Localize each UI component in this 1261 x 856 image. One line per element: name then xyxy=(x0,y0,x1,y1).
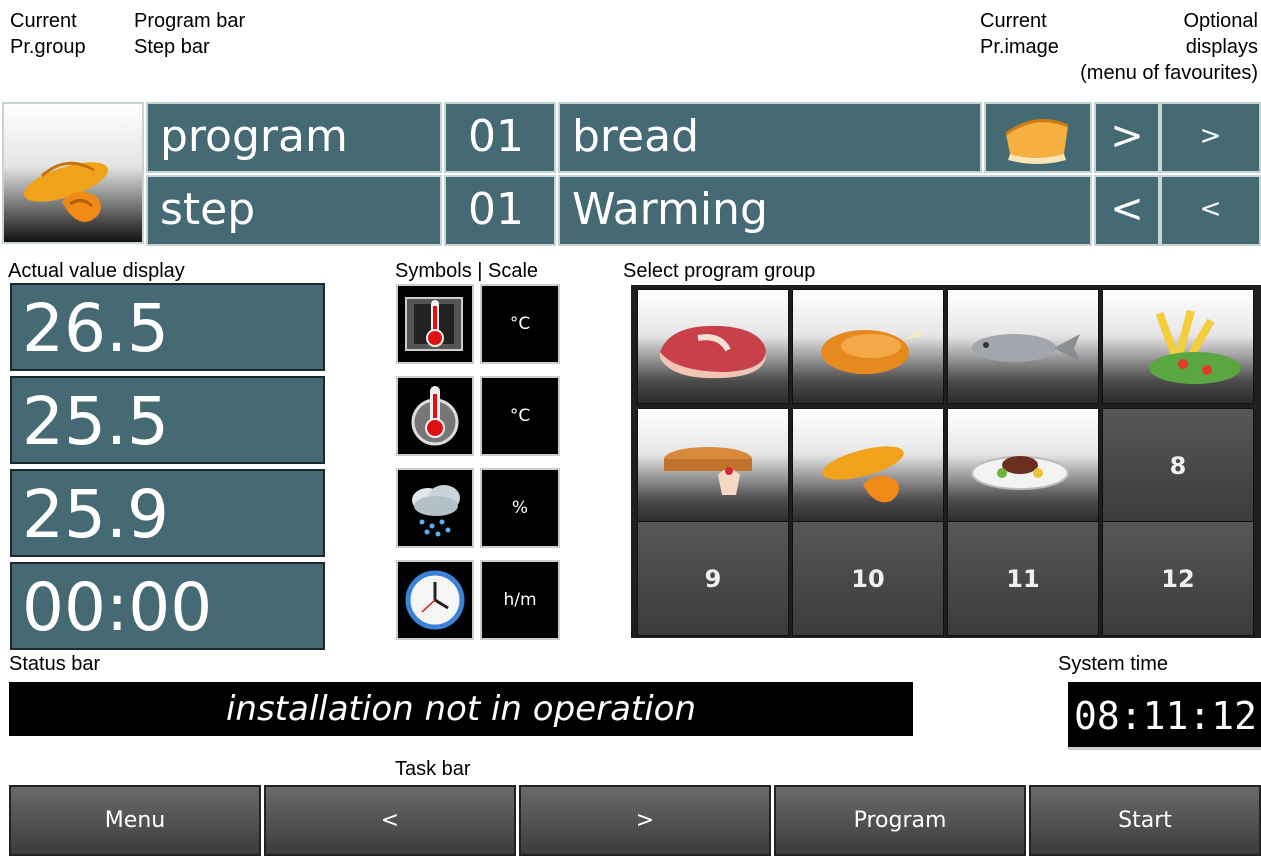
program-number[interactable]: 01 xyxy=(444,102,556,173)
step-name[interactable]: Warming xyxy=(558,175,1092,246)
group-tile-fish[interactable] xyxy=(947,289,1099,404)
pie-icon xyxy=(664,447,752,495)
plate-icon xyxy=(971,456,1069,490)
core-temperature-icon xyxy=(396,376,474,456)
oven-temperature-icon xyxy=(396,284,474,364)
group-tile-8[interactable]: 8 xyxy=(1102,408,1254,523)
group-tile-11[interactable]: 11 xyxy=(947,521,1099,636)
prev-small-button[interactable]: < xyxy=(1160,175,1261,246)
program-button[interactable]: Program xyxy=(774,785,1026,856)
menu-button[interactable]: Menu xyxy=(9,785,261,856)
steak-icon xyxy=(660,325,767,379)
group-tile-pie[interactable] xyxy=(637,408,789,523)
scale-core-temp: °C xyxy=(480,376,560,456)
actual-value-label: Actual value display xyxy=(8,260,185,282)
program-label: program xyxy=(146,102,442,173)
fries-icon xyxy=(1149,309,1241,384)
group-tile-12[interactable]: 12 xyxy=(1102,521,1254,636)
annotation-current-group: Current Pr.group xyxy=(10,10,86,58)
system-time-label: System time xyxy=(1058,653,1169,675)
bread-loaf-icon xyxy=(1005,119,1069,164)
group-tile-chicken[interactable] xyxy=(792,289,944,404)
prev-button[interactable]: < xyxy=(1094,175,1160,246)
fish-icon xyxy=(972,334,1080,362)
bread-icon xyxy=(23,161,109,222)
forward-button[interactable]: > xyxy=(519,785,771,856)
current-program-image xyxy=(984,102,1092,173)
annotation-program-step-bar: Program bar Step bar xyxy=(134,10,246,58)
group-tile-10[interactable]: 10 xyxy=(792,521,944,636)
actual-value-humidity: 25.9 xyxy=(10,469,325,557)
symbols-scale-label: Symbols | Scale xyxy=(395,260,539,282)
scale-oven-temp: °C xyxy=(480,284,560,364)
annotation-optional-displays: Optional displays (menu of favourites) xyxy=(1080,10,1258,84)
scale-time: h/m xyxy=(480,560,560,640)
scale-humidity: % xyxy=(480,468,560,548)
next-small-button[interactable]: > xyxy=(1160,102,1261,173)
status-bar-label: Status bar xyxy=(9,653,101,675)
chicken-icon xyxy=(821,330,923,374)
program-group-grid: 8 9 10 11 12 xyxy=(631,285,1261,638)
humidity-icon xyxy=(396,468,474,548)
group-tile-plate[interactable] xyxy=(947,408,1099,523)
step-label: step xyxy=(146,175,442,246)
task-bar-label: Task bar xyxy=(395,758,471,780)
actual-value-oven-temp: 26.5 xyxy=(10,283,325,371)
select-program-group-label: Select program group xyxy=(623,260,816,282)
status-bar: installation not in operation xyxy=(9,682,913,736)
system-time: 08:11:12 xyxy=(1068,682,1261,750)
actual-value-core-temp: 25.5 xyxy=(10,376,325,464)
back-button[interactable]: < xyxy=(264,785,516,856)
start-button[interactable]: Start xyxy=(1029,785,1261,856)
actual-value-time: 00:00 xyxy=(10,562,325,650)
current-program-group-image[interactable] xyxy=(2,102,144,244)
group-tile-fries[interactable] xyxy=(1102,289,1254,404)
program-name[interactable]: bread xyxy=(558,102,982,173)
clock-icon xyxy=(396,560,474,640)
next-button[interactable]: > xyxy=(1094,102,1160,173)
bread-icon xyxy=(822,446,904,503)
group-tile-steak[interactable] xyxy=(637,289,789,404)
group-tile-9[interactable]: 9 xyxy=(637,521,789,636)
step-number[interactable]: 01 xyxy=(444,175,556,246)
group-tile-bread[interactable] xyxy=(792,408,944,523)
